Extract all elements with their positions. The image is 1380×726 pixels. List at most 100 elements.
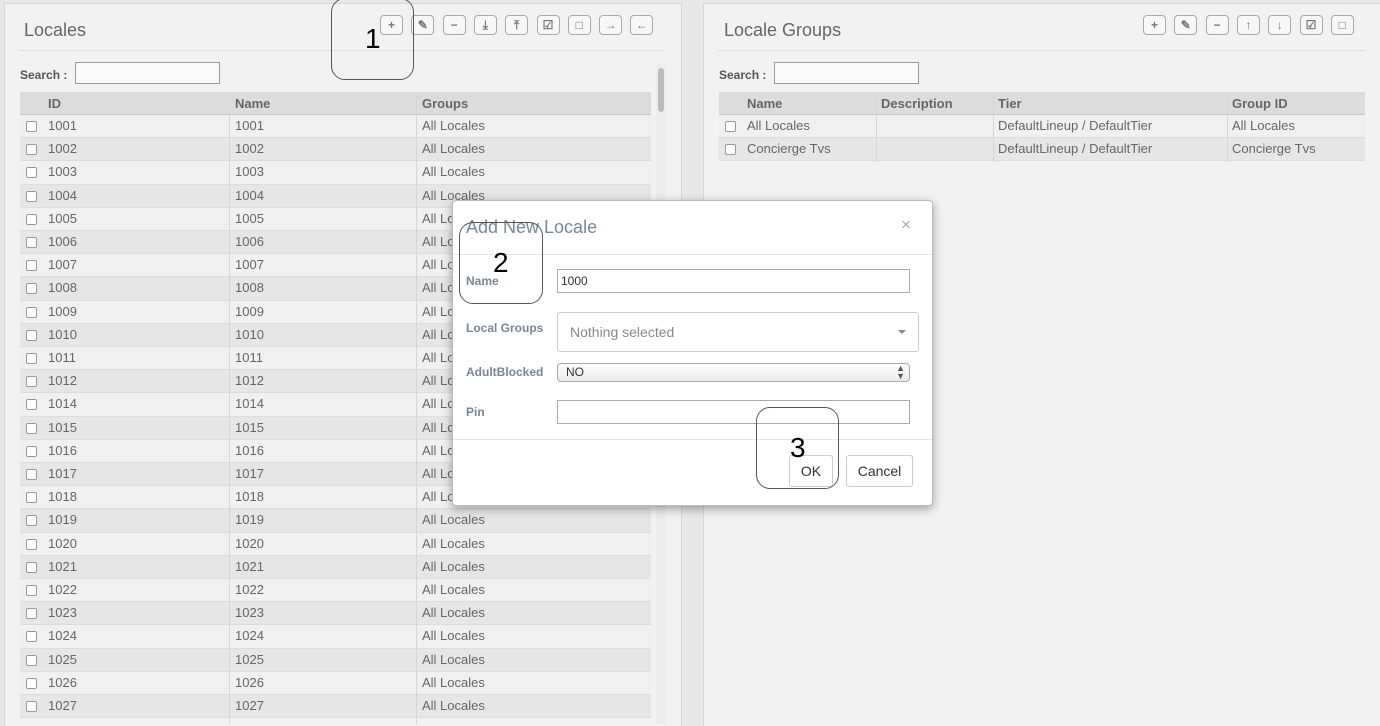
table-row[interactable]: 1024 1024 All Locales (20, 625, 651, 649)
move-left-icon: ← (635, 18, 648, 32)
table-cell: 1004 (235, 187, 264, 203)
row-checkbox[interactable] (26, 445, 37, 457)
locales-search-input[interactable] (75, 62, 220, 84)
row-checkbox[interactable] (26, 121, 37, 132)
table-cell: 1014 (48, 396, 77, 412)
locale-groups-table-header: Name Description Tier Group ID (719, 92, 1365, 115)
remove-button[interactable]: − (1205, 15, 1229, 35)
table-row[interactable]: Concierge Tvs DefaultLineup / DefaultTier… (719, 138, 1365, 162)
table-cell: 1023 (235, 605, 264, 621)
move-left-button[interactable]: ← (630, 15, 654, 35)
table-cell: Concierge Tvs (1232, 141, 1316, 157)
row-checkbox[interactable] (26, 329, 37, 341)
row-checkbox[interactable] (26, 515, 37, 527)
export-button[interactable]: ⤒ (505, 15, 529, 35)
table-cell: All Locales (422, 164, 485, 180)
table-cell: All Lo (422, 419, 455, 435)
local-groups-select[interactable]: Nothing selected (557, 312, 919, 352)
row-checkbox[interactable] (725, 121, 736, 132)
row-checkbox[interactable] (26, 654, 37, 666)
name-field[interactable]: 1000 (557, 269, 910, 293)
column-header-groups: Groups (422, 96, 469, 111)
table-cell: All Lo (422, 350, 455, 365)
table-row[interactable]: 1003 1003 All Locales (20, 161, 651, 185)
row-checkbox[interactable] (26, 167, 37, 179)
check-all-button[interactable]: ☑ (1299, 15, 1323, 35)
column-divider (416, 92, 417, 724)
table-row[interactable]: 1019 1019 All Locales (20, 509, 651, 533)
row-checkbox[interactable] (26, 561, 37, 573)
table-row[interactable]: 1026 1026 All Locales (20, 671, 651, 695)
table-cell: 1009 (235, 303, 264, 319)
table-row[interactable]: 1002 1002 All Locales (20, 138, 651, 162)
table-row[interactable]: 1022 1022 All Locales (20, 579, 651, 603)
row-checkbox[interactable] (26, 631, 37, 643)
row-checkbox[interactable] (26, 376, 37, 388)
table-cell: All Locales (422, 582, 485, 597)
pin-label: Pin (466, 405, 485, 419)
table-cell: All Lo (422, 396, 455, 412)
table-cell: 1008 (235, 280, 264, 296)
table-cell: 1019 (48, 512, 77, 528)
table-cell: 1026 (235, 674, 264, 690)
edit-button[interactable]: ✎ (411, 15, 435, 35)
column-divider (229, 92, 230, 724)
row-checkbox[interactable] (26, 469, 37, 480)
table-cell: All Locales (1232, 118, 1295, 133)
table-row[interactable]: 1027 1027 All Locales (20, 695, 651, 719)
local-groups-placeholder: Nothing selected (570, 324, 675, 340)
row-checkbox[interactable] (26, 585, 37, 596)
row-checkbox[interactable] (26, 492, 37, 504)
edit-button[interactable]: ✎ (1174, 15, 1198, 35)
row-checkbox[interactable] (26, 190, 37, 202)
row-checkbox[interactable] (26, 213, 37, 225)
table-cell: 1020 (235, 535, 264, 551)
row-checkbox[interactable] (26, 260, 37, 272)
column-divider (993, 92, 994, 162)
row-checkbox[interactable] (26, 422, 37, 434)
table-cell: DefaultLineup / DefaultTier (998, 141, 1153, 157)
add-button[interactable]: + (1143, 15, 1166, 35)
move-right-icon: → (604, 18, 617, 32)
table-cell: 1021 (235, 558, 264, 574)
table-row[interactable]: 1025 1025 All Locales (20, 648, 651, 672)
remove-button[interactable]: − (442, 15, 466, 35)
row-checkbox[interactable] (26, 608, 37, 620)
table-row[interactable]: 1021 1021 All Locales (20, 555, 651, 579)
uncheck-all-button[interactable]: □ (1330, 15, 1354, 35)
row-checkbox[interactable] (725, 144, 736, 156)
adult-blocked-select[interactable]: NO ▲ ▼ (557, 363, 910, 382)
table-cell: 1012 (235, 373, 264, 389)
table-row[interactable]: All Locales DefaultLineup / DefaultTier Al… (719, 115, 1365, 139)
cancel-button[interactable]: Cancel (846, 455, 913, 487)
row-checkbox[interactable] (26, 237, 37, 248)
table-row[interactable]: 1020 1020 All Locales (20, 532, 651, 556)
uncheck-all-button[interactable]: □ (567, 15, 591, 35)
scroll-thumb[interactable] (658, 68, 664, 112)
move-down-button[interactable]: ↓ (1268, 15, 1292, 35)
table-cell: 1018 (235, 489, 264, 505)
table-cell: All Lo (422, 326, 455, 342)
row-checkbox[interactable] (26, 353, 37, 364)
move-right-button[interactable]: → (599, 15, 623, 35)
table-cell: 1023 (48, 605, 77, 621)
row-checkbox[interactable] (26, 701, 37, 712)
row-checkbox[interactable] (26, 538, 37, 550)
row-checkbox[interactable] (26, 283, 37, 295)
table-row[interactable]: 1023 1023 All Locales (20, 602, 651, 626)
pin-field[interactable] (557, 400, 910, 424)
table-row[interactable]: 1001 1001 All Locales (20, 115, 651, 139)
table-cell: All Locales (422, 628, 485, 644)
row-checkbox[interactable] (26, 399, 37, 411)
close-icon[interactable]: × (901, 215, 911, 235)
table-cell: 1022 (48, 582, 77, 597)
row-checkbox[interactable] (26, 306, 37, 318)
row-checkbox[interactable] (26, 677, 37, 689)
row-checkbox[interactable] (26, 144, 37, 156)
move-up-button[interactable]: ↑ (1236, 15, 1260, 35)
table-cell: 1025 (235, 651, 264, 667)
import-button[interactable]: ⤓ (473, 15, 497, 35)
check-all-button[interactable]: ☑ (536, 15, 560, 35)
locales-title: Locales (24, 20, 87, 40)
locale-groups-search-input[interactable] (774, 62, 919, 84)
